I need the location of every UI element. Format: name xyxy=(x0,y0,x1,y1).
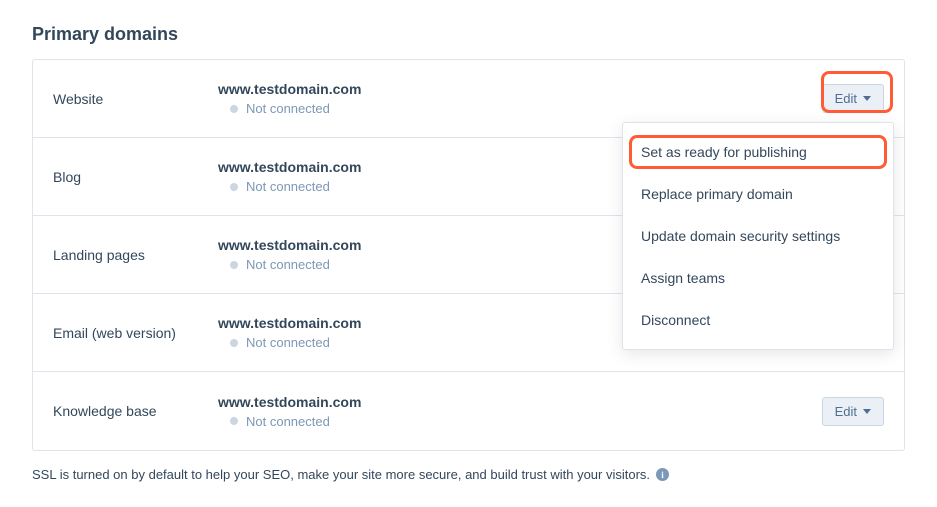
row-type-label: Landing pages xyxy=(53,247,218,263)
dropdown-item[interactable]: Set as ready for publishing xyxy=(623,131,893,173)
domain-name: www.testdomain.com xyxy=(218,81,822,97)
row-type-label: Email (web version) xyxy=(53,325,218,341)
ssl-footer-note: SSL is turned on by default to help your… xyxy=(32,467,905,482)
edit-button-label: Edit xyxy=(835,404,857,419)
domain-row: Websitewww.testdomain.com Not connected Ed… xyxy=(33,60,904,138)
dropdown-item-label: Set as ready for publishing xyxy=(641,144,807,160)
status-dot-icon xyxy=(230,261,238,269)
dropdown-item-label: Disconnect xyxy=(641,312,710,328)
dropdown-item[interactable]: Replace primary domain xyxy=(623,173,893,215)
domain-row: Knowledge basewww.testdomain.com Not conn… xyxy=(33,372,904,450)
status-dot-icon xyxy=(230,105,238,113)
status-text: Not connected xyxy=(246,101,330,116)
chevron-down-icon xyxy=(863,96,871,101)
status-text: Not connected xyxy=(246,179,330,194)
edit-button[interactable]: Edit xyxy=(822,84,884,113)
edit-button[interactable]: Edit xyxy=(822,397,884,426)
section-title: Primary domains xyxy=(32,24,905,45)
status-dot-icon xyxy=(230,339,238,347)
domain-name: www.testdomain.com xyxy=(218,394,822,410)
row-type-label: Website xyxy=(53,91,218,107)
ssl-footer-text: SSL is turned on by default to help your… xyxy=(32,467,650,482)
info-icon[interactable]: i xyxy=(656,468,669,481)
dropdown-item[interactable]: Assign teams xyxy=(623,257,893,299)
domain-status: Not connected xyxy=(218,101,822,116)
row-type-label: Blog xyxy=(53,169,218,185)
status-text: Not connected xyxy=(246,257,330,272)
edit-button-label: Edit xyxy=(835,91,857,106)
primary-domains-table: Websitewww.testdomain.comNot connectedEd… xyxy=(32,59,905,451)
dropdown-item-label: Replace primary domain xyxy=(641,186,793,202)
domain-status: Not connected xyxy=(218,414,822,429)
dropdown-item[interactable]: Disconnect xyxy=(623,299,893,341)
chevron-down-icon xyxy=(863,409,871,414)
edit-dropdown-menu: Set as ready for publishing Replace prima… xyxy=(622,122,894,350)
status-dot-icon xyxy=(230,417,238,425)
row-domain-block: www.testdomain.com Not connected xyxy=(218,81,822,116)
status-dot-icon xyxy=(230,183,238,191)
status-text: Not connected xyxy=(246,414,330,429)
row-type-label: Knowledge base xyxy=(53,403,218,419)
dropdown-item-label: Assign teams xyxy=(641,270,725,286)
dropdown-item-label: Update domain security settings xyxy=(641,228,840,244)
status-text: Not connected xyxy=(246,335,330,350)
row-domain-block: www.testdomain.com Not connected xyxy=(218,394,822,429)
dropdown-item[interactable]: Update domain security settings xyxy=(623,215,893,257)
